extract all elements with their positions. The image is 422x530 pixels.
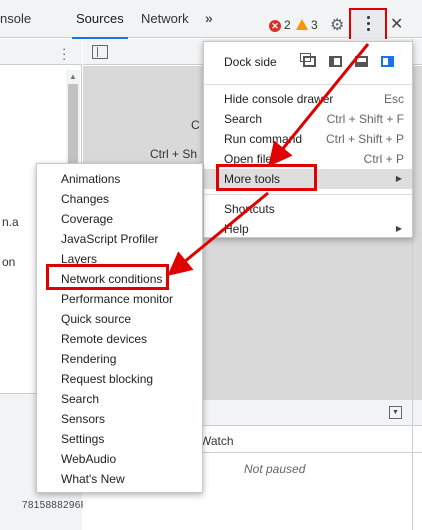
kebab-menu-icon	[367, 16, 371, 34]
menu-item-search[interactable]: Search Ctrl + Shift + F	[204, 109, 412, 129]
menu-separator	[204, 194, 412, 195]
annotation-highlight-box	[46, 264, 169, 290]
submenu-item-search[interactable]: Search	[61, 389, 99, 409]
navigator-text-fragment: on	[2, 255, 16, 269]
error-icon[interactable]: ✕	[269, 20, 281, 32]
toggle-navigator-icon[interactable]	[92, 45, 108, 59]
submenu-arrow-icon: ▶	[395, 224, 402, 233]
dock-right-icon[interactable]	[381, 56, 394, 67]
customize-menu: Dock side Hide console drawer Esc Search…	[203, 41, 413, 238]
submenu-item-quick-source[interactable]: Quick source	[61, 309, 131, 329]
submenu-item-remote-devices[interactable]: Remote devices	[61, 329, 147, 349]
menu-item-shortcut: Ctrl + Shift + P	[325, 132, 404, 146]
editor-hint-fragment: Ctrl + Sh	[150, 147, 198, 161]
navigator-more-icon[interactable]: · · ·	[62, 42, 66, 65]
submenu-item-coverage[interactable]: Coverage	[61, 209, 113, 229]
menu-separator	[204, 84, 412, 85]
menu-item-label: Shortcuts	[224, 202, 275, 216]
dock-bottom-icon[interactable]	[355, 56, 368, 67]
submenu-item-animations[interactable]: Animations	[61, 169, 120, 189]
gear-icon[interactable]: ⚙	[330, 15, 344, 35]
dock-left-icon[interactable]	[329, 56, 342, 67]
menu-item-label: Hide console drawer	[224, 92, 334, 106]
menu-item-shortcuts[interactable]: Shortcuts	[204, 199, 412, 219]
undock-icon[interactable]	[300, 53, 316, 67]
submenu-item-webaudio[interactable]: WebAudio	[61, 449, 116, 469]
submenu-item-javascript-profiler[interactable]: JavaScript Profiler	[61, 229, 158, 249]
menu-item-shortcut: Ctrl + Shift + F	[326, 112, 404, 126]
submenu-arrow-icon: ▶	[395, 174, 402, 183]
more-tools-submenu: Animations Changes Coverage JavaScript P…	[36, 163, 203, 493]
toggle-debugger-icon[interactable]: ▼	[389, 406, 402, 419]
submenu-item-settings[interactable]: Settings	[61, 429, 104, 449]
menu-item-label: Help	[224, 222, 249, 236]
dock-side-label: Dock side	[224, 55, 277, 69]
tab-console[interactable]: nsole	[0, 0, 31, 38]
editor-hint-fragment: C	[191, 118, 200, 132]
watch-section-header[interactable]: Watch	[200, 434, 234, 448]
menu-item-help[interactable]: Help ▶	[204, 219, 412, 239]
close-icon[interactable]: ✕	[390, 14, 403, 34]
submenu-item-changes[interactable]: Changes	[61, 189, 109, 209]
navigator-text-fragment: n.a	[2, 215, 19, 229]
submenu-item-performance-monitor[interactable]: Performance monitor	[61, 289, 173, 309]
warning-icon[interactable]	[296, 19, 308, 30]
menu-item-shortcut: Ctrl + P	[363, 152, 404, 166]
submenu-item-whats-new[interactable]: What's New	[61, 469, 125, 489]
menu-item-run-command[interactable]: Run command Ctrl + Shift + P	[204, 129, 412, 149]
error-count[interactable]: 2	[284, 18, 291, 32]
menu-item-hide-console-drawer[interactable]: Hide console drawer Esc	[204, 89, 412, 109]
annotation-highlight-box	[216, 164, 317, 191]
navigator-toolbar	[0, 39, 82, 65]
more-tabs-chevron-icon[interactable]: »	[205, 10, 213, 26]
tab-sources[interactable]: Sources	[72, 0, 128, 39]
menu-item-shortcut: Esc	[383, 92, 404, 106]
scroll-up-icon[interactable]: ▲	[69, 72, 77, 81]
warning-count[interactable]: 3	[311, 18, 318, 32]
not-paused-status: Not paused	[244, 462, 306, 476]
submenu-item-sensors[interactable]: Sensors	[61, 409, 105, 429]
submenu-item-rendering[interactable]: Rendering	[61, 349, 116, 369]
menu-item-label: Run command	[224, 132, 303, 146]
menu-item-label: Search	[224, 112, 263, 126]
submenu-item-request-blocking[interactable]: Request blocking	[61, 369, 153, 389]
tab-network[interactable]: Network	[141, 0, 189, 38]
